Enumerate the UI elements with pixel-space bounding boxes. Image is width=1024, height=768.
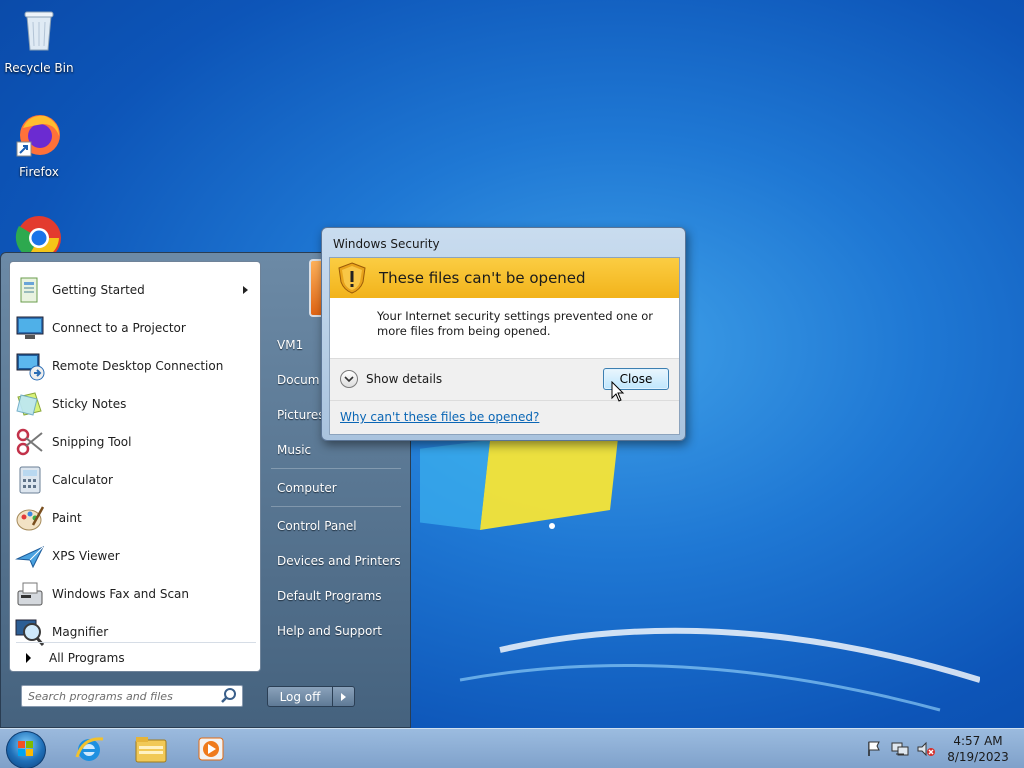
volume-muted-icon[interactable] bbox=[916, 740, 936, 758]
program-label: Getting Started bbox=[52, 283, 145, 297]
dialog-banner: These files can't be opened bbox=[330, 258, 679, 298]
all-programs-label: All Programs bbox=[49, 651, 125, 665]
taskbar: 4:57 AM 8/19/2023 bbox=[0, 728, 1024, 768]
taskbar-internet-explorer[interactable] bbox=[64, 731, 114, 767]
windows-explorer-icon bbox=[135, 737, 167, 763]
dialog-heading: These files can't be opened bbox=[379, 269, 586, 287]
snipping-tool-icon bbox=[14, 426, 46, 458]
search-icon bbox=[221, 688, 236, 703]
clock-date: 8/19/2023 bbox=[947, 750, 1009, 764]
program-label: Magnifier bbox=[52, 625, 109, 639]
network-icon[interactable] bbox=[890, 740, 910, 758]
program-calculator[interactable]: Calculator bbox=[14, 462, 258, 498]
program-label: XPS Viewer bbox=[52, 549, 120, 563]
show-details-toggle[interactable]: Show details bbox=[340, 370, 442, 388]
all-programs-arrow-icon bbox=[26, 653, 31, 663]
projector-icon bbox=[14, 312, 46, 344]
sticky-notes-icon bbox=[14, 388, 46, 420]
search-input[interactable] bbox=[28, 687, 220, 705]
desktop-icon-label: Recycle Bin bbox=[4, 61, 74, 75]
program-magnifier[interactable]: Magnifier bbox=[14, 614, 258, 650]
program-label: Snipping Tool bbox=[52, 435, 132, 449]
fax-scan-icon bbox=[14, 578, 46, 610]
security-shield-icon bbox=[338, 262, 366, 294]
xps-viewer-icon bbox=[14, 540, 46, 572]
right-link-help-support[interactable]: Help and Support bbox=[269, 616, 401, 646]
program-snipping-tool[interactable]: Snipping Tool bbox=[14, 424, 258, 460]
windows-logo-icon bbox=[18, 741, 33, 756]
program-label: Calculator bbox=[52, 473, 113, 487]
start-button[interactable] bbox=[6, 731, 46, 768]
dialog-message: Your Internet security settings prevente… bbox=[377, 309, 653, 338]
internet-explorer-icon bbox=[75, 737, 104, 761]
program-xps-viewer[interactable]: XPS Viewer bbox=[14, 538, 258, 574]
show-details-label: Show details bbox=[366, 372, 443, 386]
shutdown-arrow-icon bbox=[341, 692, 346, 701]
program-label: Sticky Notes bbox=[52, 397, 127, 411]
right-link-control-panel[interactable]: Control Panel bbox=[269, 511, 401, 541]
taskbar-windows-explorer[interactable] bbox=[126, 731, 176, 767]
wallpaper-logo bbox=[420, 420, 980, 712]
program-label: Connect to a Projector bbox=[52, 321, 186, 335]
start-search-box[interactable] bbox=[21, 685, 243, 707]
desktop-icon-label: Firefox bbox=[19, 165, 59, 179]
magnifier-icon bbox=[14, 616, 46, 648]
dialog-title: Windows Security bbox=[333, 237, 440, 251]
shutdown-options-button[interactable] bbox=[333, 686, 355, 707]
program-getting-started[interactable]: Getting Started bbox=[14, 272, 258, 308]
program-remote-desktop[interactable]: Remote Desktop Connection bbox=[14, 348, 258, 384]
logoff-control: Log off bbox=[267, 686, 357, 707]
program-sticky-notes[interactable]: Sticky Notes bbox=[14, 386, 258, 422]
all-programs-button[interactable]: All Programs bbox=[14, 646, 258, 670]
right-link-documents[interactable]: Documents bbox=[269, 365, 319, 395]
dialog-body: These files can't be opened Your Interne… bbox=[329, 257, 680, 435]
program-label: Remote Desktop Connection bbox=[52, 359, 224, 373]
program-label: Windows Fax and Scan bbox=[52, 587, 190, 601]
desktop-icon-firefox[interactable]: Firefox bbox=[0, 110, 78, 179]
logoff-button[interactable]: Log off bbox=[267, 686, 333, 707]
right-separator bbox=[271, 506, 401, 507]
right-link-devices-printers[interactable]: Devices and Printers bbox=[269, 546, 401, 576]
program-connect-projector[interactable]: Connect to a Projector bbox=[14, 310, 258, 346]
program-fax-scan[interactable]: Windows Fax and Scan bbox=[14, 576, 258, 612]
media-player-icon bbox=[198, 737, 224, 761]
dialog-link-separator bbox=[330, 400, 679, 401]
program-label: Paint bbox=[52, 511, 82, 525]
why-cant-open-link[interactable]: Why can't these files be opened? bbox=[340, 410, 539, 424]
calculator-icon bbox=[14, 464, 46, 496]
start-menu-programs-pane: Getting Started Connect to a Projector R… bbox=[9, 261, 261, 672]
chevron-down-icon bbox=[340, 370, 358, 388]
desktop-icon-recycle-bin[interactable]: Recycle Bin bbox=[0, 6, 78, 75]
clock-time: 4:57 AM bbox=[953, 734, 1003, 748]
system-tray: 4:57 AM 8/19/2023 bbox=[864, 729, 1024, 768]
mouse-cursor-icon bbox=[611, 381, 625, 402]
submenu-arrow-icon bbox=[243, 286, 248, 294]
taskbar-clock[interactable]: 4:57 AM 8/19/2023 bbox=[942, 733, 1014, 765]
right-link-pictures[interactable]: Pictures bbox=[269, 400, 323, 430]
taskbar-media-player[interactable] bbox=[186, 731, 236, 767]
action-center-flag-icon[interactable] bbox=[864, 740, 884, 758]
programs-separator bbox=[16, 642, 256, 643]
program-paint[interactable]: Paint bbox=[14, 500, 258, 536]
paint-icon bbox=[14, 502, 46, 534]
getting-started-icon bbox=[14, 274, 46, 306]
recycle-bin-icon bbox=[24, 11, 54, 51]
remote-desktop-icon bbox=[14, 350, 46, 382]
right-link-default-programs[interactable]: Default Programs bbox=[269, 581, 401, 611]
dialog-footer: Show details Close Why can't these files… bbox=[330, 358, 679, 434]
firefox-icon bbox=[16, 115, 60, 157]
right-separator bbox=[271, 468, 401, 469]
right-link-computer[interactable]: Computer bbox=[269, 473, 401, 503]
security-dialog: Windows Security These files can't be op… bbox=[321, 227, 686, 441]
